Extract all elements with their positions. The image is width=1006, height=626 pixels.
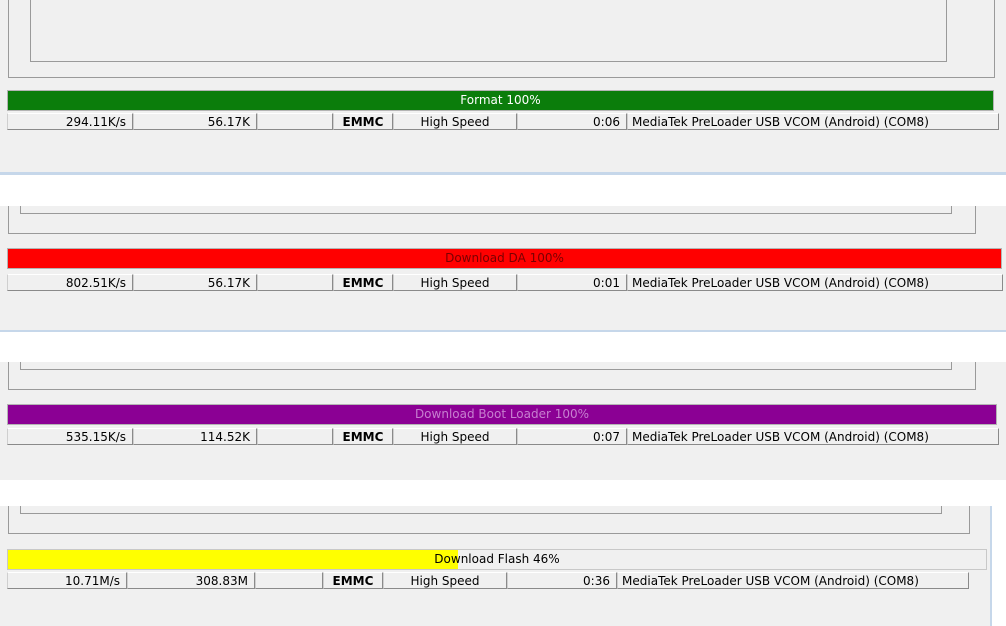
window-edge — [990, 506, 992, 626]
status-bar: 10.71M/s 308.83M EMMC High Speed 0:36 Me… — [7, 572, 969, 589]
download-boot-loader-progress-bar: Download Boot Loader 100% — [7, 404, 997, 425]
flash-panel-download-boot-loader: Download Boot Loader 100% 535.15K/s 114.… — [0, 362, 1006, 480]
storage-label: EMMC — [342, 276, 384, 290]
status-bar: 802.51K/s 56.17K EMMC High Speed 0:01 Me… — [7, 274, 1003, 291]
mode-cell: High Speed — [383, 572, 507, 589]
time-cell: 0:36 — [507, 572, 617, 589]
size-cell: 56.17K — [133, 113, 257, 130]
time-cell: 0:06 — [517, 113, 627, 130]
blank-cell — [257, 113, 333, 130]
time-cell: 0:01 — [517, 274, 627, 291]
flash-panel-download-da: Download DA 100% 802.51K/s 56.17K EMMC H… — [0, 206, 1006, 330]
progress-label: Format 100% — [460, 93, 541, 107]
storage-label: EMMC — [332, 574, 374, 588]
mode-cell: High Speed — [393, 113, 517, 130]
progress-label: Download Flash 46% — [434, 552, 560, 566]
speed-cell: 802.51K/s — [7, 274, 133, 291]
port-cell: MediaTek PreLoader USB VCOM (Android) (C… — [627, 113, 999, 130]
progress-label: Download DA 100% — [445, 251, 564, 265]
time-cell: 0:07 — [517, 428, 627, 445]
storage-cell: EMMC — [323, 572, 383, 589]
size-cell: 114.52K — [133, 428, 257, 445]
format-progress-bar: Format 100% — [7, 90, 994, 111]
log-area-inner — [20, 206, 952, 214]
speed-cell: 535.15K/s — [7, 428, 133, 445]
panel-separator — [0, 330, 1006, 332]
status-bar: 535.15K/s 114.52K EMMC High Speed 0:07 M… — [7, 428, 999, 445]
storage-cell: EMMC — [333, 113, 393, 130]
panel-separator — [0, 172, 1006, 175]
download-flash-progress-bar: Download Flash 46% — [7, 549, 987, 570]
flash-panel-format: Format 100% 294.11K/s 56.17K EMMC High S… — [0, 0, 1006, 172]
blank-cell — [257, 428, 333, 445]
mode-cell: High Speed — [393, 428, 517, 445]
storage-label: EMMC — [342, 115, 384, 129]
size-cell: 308.83M — [127, 572, 255, 589]
log-area-inner — [20, 506, 942, 514]
log-area-inner — [20, 362, 952, 370]
download-da-progress-bar: Download DA 100% — [7, 248, 1002, 269]
blank-cell — [257, 274, 333, 291]
port-cell: MediaTek PreLoader USB VCOM (Android) (C… — [627, 428, 999, 445]
log-area-inner — [30, 0, 947, 62]
size-cell: 56.17K — [133, 274, 257, 291]
port-cell: MediaTek PreLoader USB VCOM (Android) (C… — [627, 274, 1003, 291]
status-bar: 294.11K/s 56.17K EMMC High Speed 0:06 Me… — [7, 113, 999, 130]
speed-cell: 294.11K/s — [7, 113, 133, 130]
storage-label: EMMC — [342, 430, 384, 444]
speed-cell: 10.71M/s — [7, 572, 127, 589]
storage-cell: EMMC — [333, 428, 393, 445]
blank-cell — [255, 572, 323, 589]
port-cell: MediaTek PreLoader USB VCOM (Android) (C… — [617, 572, 969, 589]
flash-panel-download-flash: Download Flash 46% 10.71M/s 308.83M EMMC… — [0, 506, 990, 626]
progress-label: Download Boot Loader 100% — [414, 407, 590, 421]
storage-cell: EMMC — [333, 274, 393, 291]
mode-cell: High Speed — [393, 274, 517, 291]
